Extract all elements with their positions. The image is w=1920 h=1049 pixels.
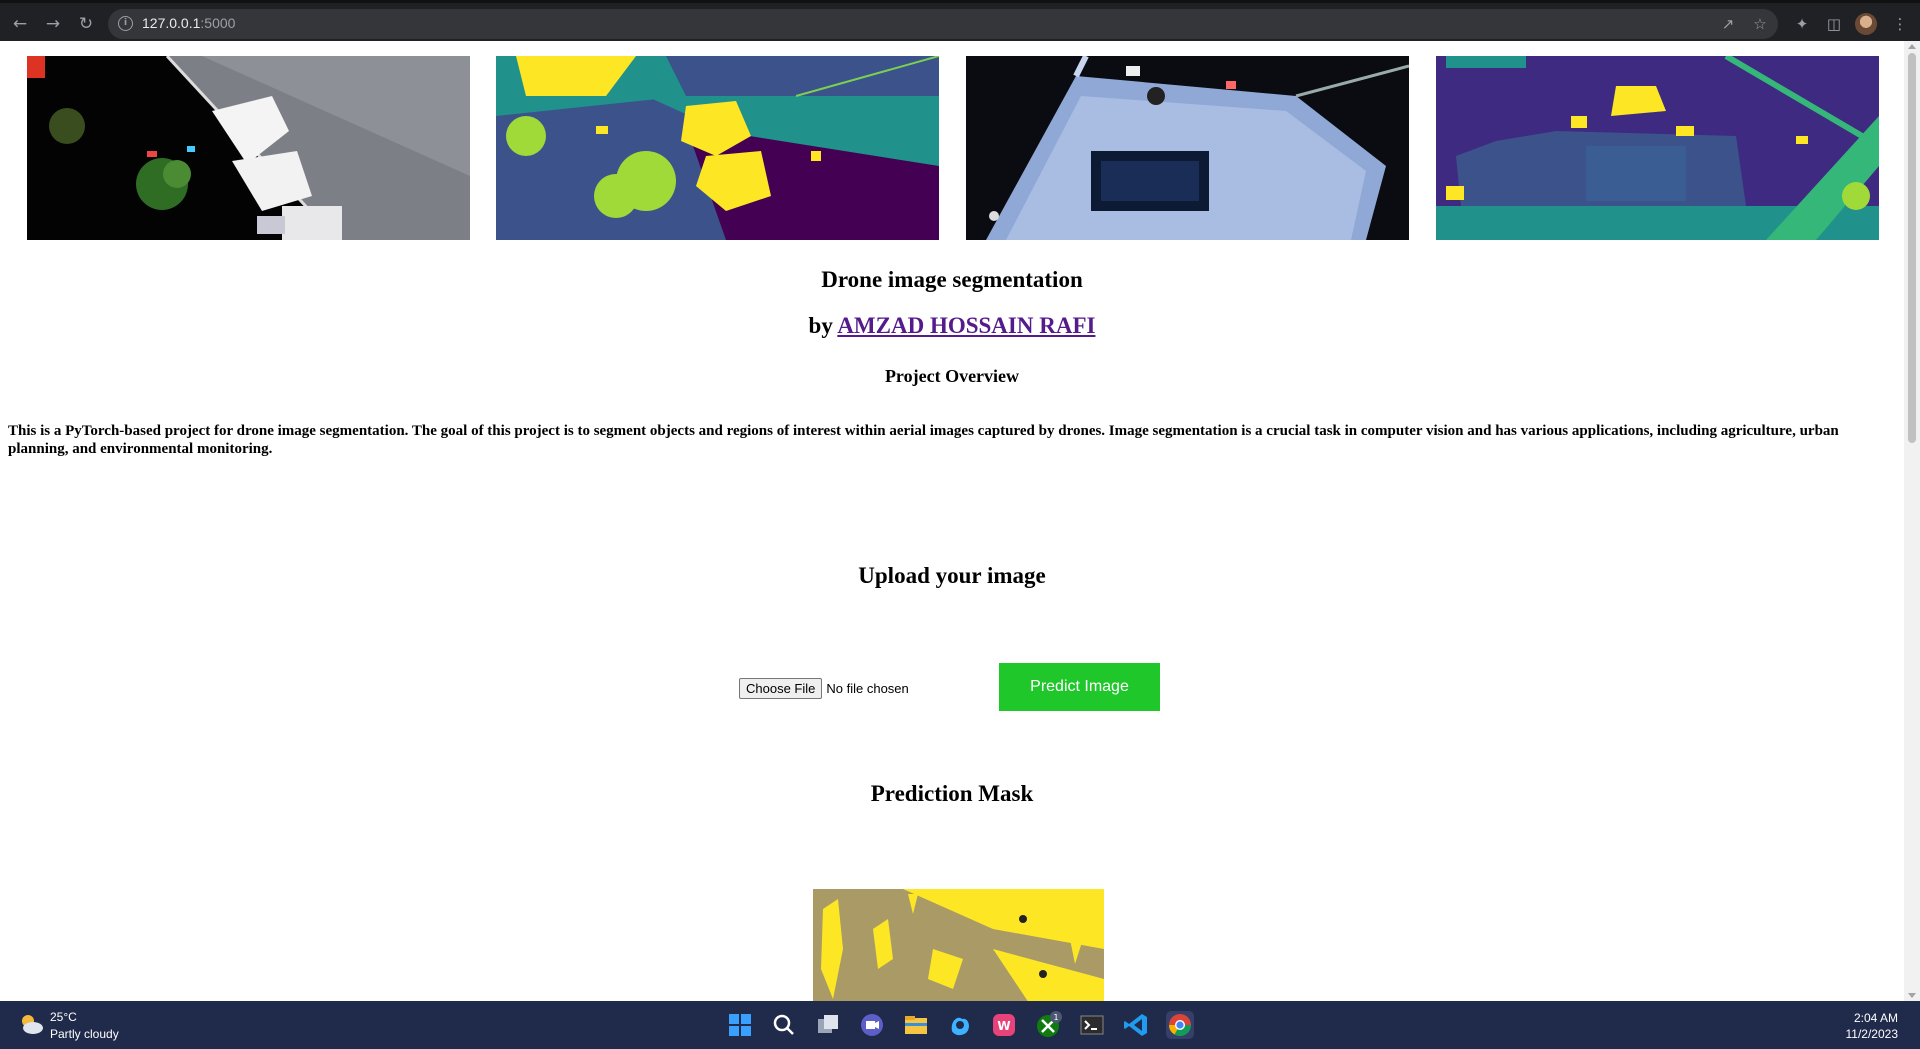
prediction-heading: Prediction Mask bbox=[870, 781, 1034, 806]
forward-icon[interactable]: → bbox=[41, 12, 65, 36]
choose-file-button[interactable]: Choose File bbox=[739, 678, 823, 699]
file-status-text: No file chosen bbox=[826, 681, 909, 696]
file-input[interactable]: Choose File No file chosen bbox=[739, 678, 909, 699]
scroll-up-icon[interactable] bbox=[1908, 44, 1916, 49]
project-description: This is a PyTorch-based project for dron… bbox=[8, 423, 1839, 457]
menu-icon[interactable]: ⋮ bbox=[1888, 12, 1912, 36]
weather-temperature[interactable]: 25°C bbox=[50, 1010, 77, 1024]
xbox-badge: 1 bbox=[1053, 1013, 1058, 1022]
svg-text:W: W bbox=[997, 1019, 1010, 1033]
byline: by AMZAD HOSSAIN RAFI bbox=[0, 313, 1904, 339]
chrome-icon[interactable] bbox=[1166, 1011, 1194, 1039]
page-title: Drone image segmentation bbox=[821, 267, 1083, 292]
overview-heading: Project Overview bbox=[884, 366, 1020, 386]
page-scrollbar[interactable] bbox=[1904, 41, 1920, 1001]
banner-image-mask-2 bbox=[1436, 56, 1879, 240]
share-icon[interactable]: ↗ bbox=[1716, 12, 1740, 36]
start-icon[interactable] bbox=[726, 1011, 754, 1039]
address-bar[interactable]: i 127.0.0.1:5000 ↗ ☆ bbox=[108, 9, 1778, 39]
partly-cloudy-icon[interactable] bbox=[18, 1012, 44, 1036]
bookmark-star-icon[interactable]: ☆ bbox=[1748, 12, 1772, 36]
terminal-icon[interactable] bbox=[1078, 1011, 1106, 1039]
wps-icon[interactable]: W bbox=[990, 1011, 1018, 1039]
page-content: Drone image segmentation by AMZAD HOSSAI… bbox=[0, 41, 1904, 1001]
site-info-icon[interactable]: i bbox=[118, 16, 133, 31]
byline-prefix: by bbox=[808, 313, 838, 338]
banner-image-mask-1 bbox=[496, 56, 939, 240]
system-clock[interactable]: 2:04 AM 11/2/2023 bbox=[1846, 1010, 1899, 1042]
author-link[interactable]: AMZAD HOSSAIN RAFI bbox=[837, 313, 1095, 338]
back-icon[interactable]: ← bbox=[8, 12, 32, 36]
meet-icon[interactable] bbox=[858, 1011, 886, 1039]
extensions-icon[interactable]: ✦ bbox=[1790, 12, 1814, 36]
clock-date: 11/2/2023 bbox=[1845, 1027, 1899, 1041]
scroll-down-icon[interactable] bbox=[1908, 993, 1916, 998]
banner-image-aerial-1 bbox=[27, 56, 470, 240]
copilot-icon[interactable] bbox=[946, 1011, 974, 1039]
predict-image-button[interactable]: Predict Image bbox=[999, 663, 1160, 711]
profile-avatar[interactable] bbox=[1855, 13, 1877, 35]
reload-icon[interactable]: ↻ bbox=[74, 12, 98, 36]
browser-toolbar: ← → ↻ i 127.0.0.1:5000 ↗ ☆ ✦ ◫ ⋮ bbox=[0, 0, 1920, 41]
side-panel-icon[interactable]: ◫ bbox=[1822, 12, 1846, 36]
vscode-icon[interactable] bbox=[1122, 1011, 1150, 1039]
task-view-icon[interactable] bbox=[814, 1011, 842, 1039]
file-explorer-icon[interactable] bbox=[902, 1011, 930, 1039]
windows-taskbar: 25°C Partly cloudy W 1 2:04 AM 11/2/2023 bbox=[0, 1001, 1920, 1049]
weather-condition[interactable]: Partly cloudy bbox=[50, 1027, 119, 1041]
prediction-mask-image bbox=[813, 889, 1104, 1001]
url-text[interactable]: 127.0.0.1:5000 bbox=[142, 15, 235, 31]
scrollbar-thumb[interactable] bbox=[1908, 53, 1916, 443]
upload-heading: Upload your image bbox=[858, 563, 1046, 588]
clock-time: 2:04 AM bbox=[1853, 1011, 1898, 1025]
search-icon[interactable] bbox=[770, 1011, 798, 1039]
xbox-icon[interactable]: 1 bbox=[1034, 1011, 1062, 1039]
banner-image-aerial-2 bbox=[966, 56, 1409, 240]
